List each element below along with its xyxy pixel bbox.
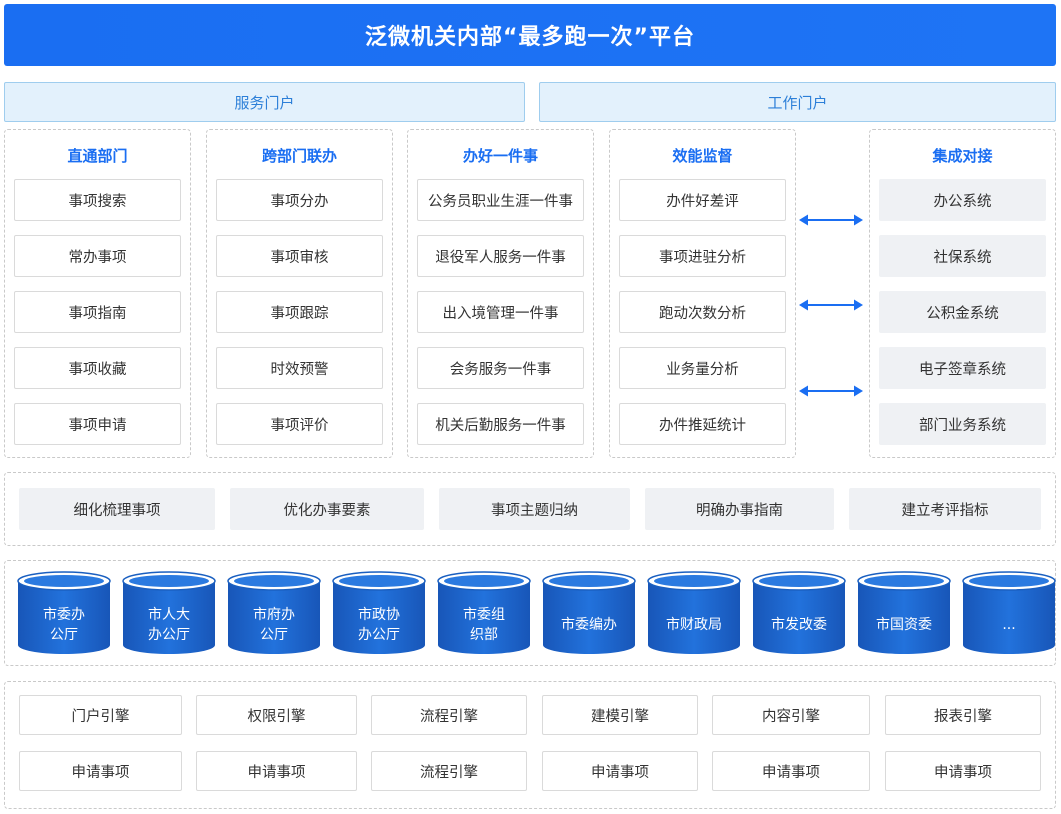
item-civil-servant[interactable]: 公务员职业生涯一件事 — [417, 179, 584, 221]
engine-item-r1-c4[interactable]: 建模引擎 — [542, 695, 698, 735]
item-evaluate[interactable]: 事项评价 — [216, 403, 383, 445]
item-conference[interactable]: 会务服务一件事 — [417, 347, 584, 389]
item-immigration[interactable]: 出入境管理一件事 — [417, 291, 584, 333]
item-housing-fund[interactable]: 公积金系统 — [879, 291, 1046, 333]
engine-item-r1-c6[interactable]: 报表引擎 — [885, 695, 1041, 735]
department-label: 市委编办 — [561, 617, 617, 633]
department-label: 市发改委 — [771, 617, 827, 633]
dept-gov-office-database-icon[interactable]: 市府办 公厅 — [227, 571, 321, 655]
item-volume-analysis[interactable]: 业务量分析 — [619, 347, 786, 389]
double-arrow-icon — [799, 299, 863, 311]
dept-staffing-database-icon[interactable]: 市委编办 — [542, 571, 636, 655]
engine-item-r2-c2[interactable]: 申请事项 — [196, 751, 357, 791]
engine-item-r1-c5[interactable]: 内容引擎 — [712, 695, 870, 735]
column-direct-department: 直通部门 事项搜索 常办事项 事项指南 事项收藏 事项申请 — [4, 129, 191, 458]
column-cross-department: 跨部门联办 事项分办 事项审核 事项跟踪 时效预警 事项评价 — [206, 129, 393, 458]
item-office-system[interactable]: 办公系统 — [879, 179, 1046, 221]
department-label: ... — [1002, 617, 1016, 633]
department-label: 市人大 办公厅 — [148, 607, 190, 643]
dept-npc-office-database-icon[interactable]: 市人大 办公厅 — [122, 571, 216, 655]
dept-organization-database-icon[interactable]: 市委组 织部 — [437, 571, 531, 655]
item-alert[interactable]: 时效预警 — [216, 347, 383, 389]
process-theme[interactable]: 事项主题归纳 — [439, 488, 630, 530]
column-integration: 集成对接 办公系统 社保系统 公积金系统 电子签章系统 部门业务系统 — [869, 129, 1056, 458]
department-label: 市府办 公厅 — [253, 607, 295, 643]
platform-title: 泛微机关内部“最多跑一次”平台 — [4, 4, 1056, 66]
dept-cppcc-office-database-icon[interactable]: 市政协 办公厅 — [332, 571, 426, 655]
column-title: 直通部门 — [67, 147, 128, 165]
engine-item-r1-c3[interactable]: 流程引擎 — [371, 695, 527, 735]
dept-more-database-icon[interactable]: ... — [962, 571, 1056, 655]
double-arrow-icon — [799, 214, 863, 226]
dept-general-office-database-icon[interactable]: 市委办 公厅 — [17, 571, 111, 655]
column-supervision: 效能监督 办件好差评 事项进驻分析 跑动次数分析 业务量分析 办件推延统计 — [609, 129, 796, 458]
item-veteran[interactable]: 退役军人服务一件事 — [417, 235, 584, 277]
item-common[interactable]: 常办事项 — [14, 235, 181, 277]
double-arrow-icon — [799, 385, 863, 397]
process-indicators[interactable]: 建立考评指标 — [849, 488, 1041, 530]
department-label: 市财政局 — [666, 617, 722, 633]
dept-finance-database-icon[interactable]: 市财政局 — [647, 571, 741, 655]
dept-development-database-icon[interactable]: 市发改委 — [752, 571, 846, 655]
department-label: 市委办 公厅 — [43, 607, 85, 643]
engine-item-r2-c4[interactable]: 申请事项 — [542, 751, 698, 791]
process-guide[interactable]: 明确办事指南 — [645, 488, 834, 530]
item-search[interactable]: 事项搜索 — [14, 179, 181, 221]
process-optimize[interactable]: 优化办事要素 — [230, 488, 424, 530]
item-dept-business[interactable]: 部门业务系统 — [879, 403, 1046, 445]
item-track[interactable]: 事项跟踪 — [216, 291, 383, 333]
column-title: 跨部门联办 — [261, 147, 337, 165]
column-title: 集成对接 — [932, 147, 993, 165]
column-title: 效能监督 — [672, 147, 733, 165]
item-social-security[interactable]: 社保系统 — [879, 235, 1046, 277]
item-logistics[interactable]: 机关后勤服务一件事 — [417, 403, 584, 445]
engine-item-r2-c1[interactable]: 申请事项 — [19, 751, 182, 791]
engine-item-r2-c6[interactable]: 申请事项 — [885, 751, 1041, 791]
item-review[interactable]: 事项审核 — [216, 235, 383, 277]
item-delay-stats[interactable]: 办件推延统计 — [619, 403, 786, 445]
item-favorite[interactable]: 事项收藏 — [14, 347, 181, 389]
item-rating[interactable]: 办件好差评 — [619, 179, 786, 221]
item-dispatch[interactable]: 事项分办 — [216, 179, 383, 221]
engine-item-r2-c3[interactable]: 流程引擎 — [371, 751, 527, 791]
engine-item-r1-c2[interactable]: 权限引擎 — [196, 695, 357, 735]
item-apply[interactable]: 事项申请 — [14, 403, 181, 445]
item-guide[interactable]: 事项指南 — [14, 291, 181, 333]
department-label: 市政协 办公厅 — [358, 607, 400, 643]
engine-item-r2-c5[interactable]: 申请事项 — [712, 751, 870, 791]
item-entry-analysis[interactable]: 事项进驻分析 — [619, 235, 786, 277]
department-label: 市国资委 — [876, 617, 932, 633]
engine-item-r1-c1[interactable]: 门户引擎 — [19, 695, 182, 735]
service-portal[interactable]: 服务门户 — [4, 82, 525, 122]
item-e-signature[interactable]: 电子签章系统 — [879, 347, 1046, 389]
column-title: 办好一件事 — [462, 147, 538, 165]
item-trip-analysis[interactable]: 跑动次数分析 — [619, 291, 786, 333]
process-refine[interactable]: 细化梳理事项 — [19, 488, 215, 530]
dept-sasac-database-icon[interactable]: 市国资委 — [857, 571, 951, 655]
column-one-thing: 办好一件事 公务员职业生涯一件事 退役军人服务一件事 出入境管理一件事 会务服务… — [407, 129, 594, 458]
department-label: 市委组 织部 — [463, 607, 505, 643]
work-portal[interactable]: 工作门户 — [539, 82, 1056, 122]
